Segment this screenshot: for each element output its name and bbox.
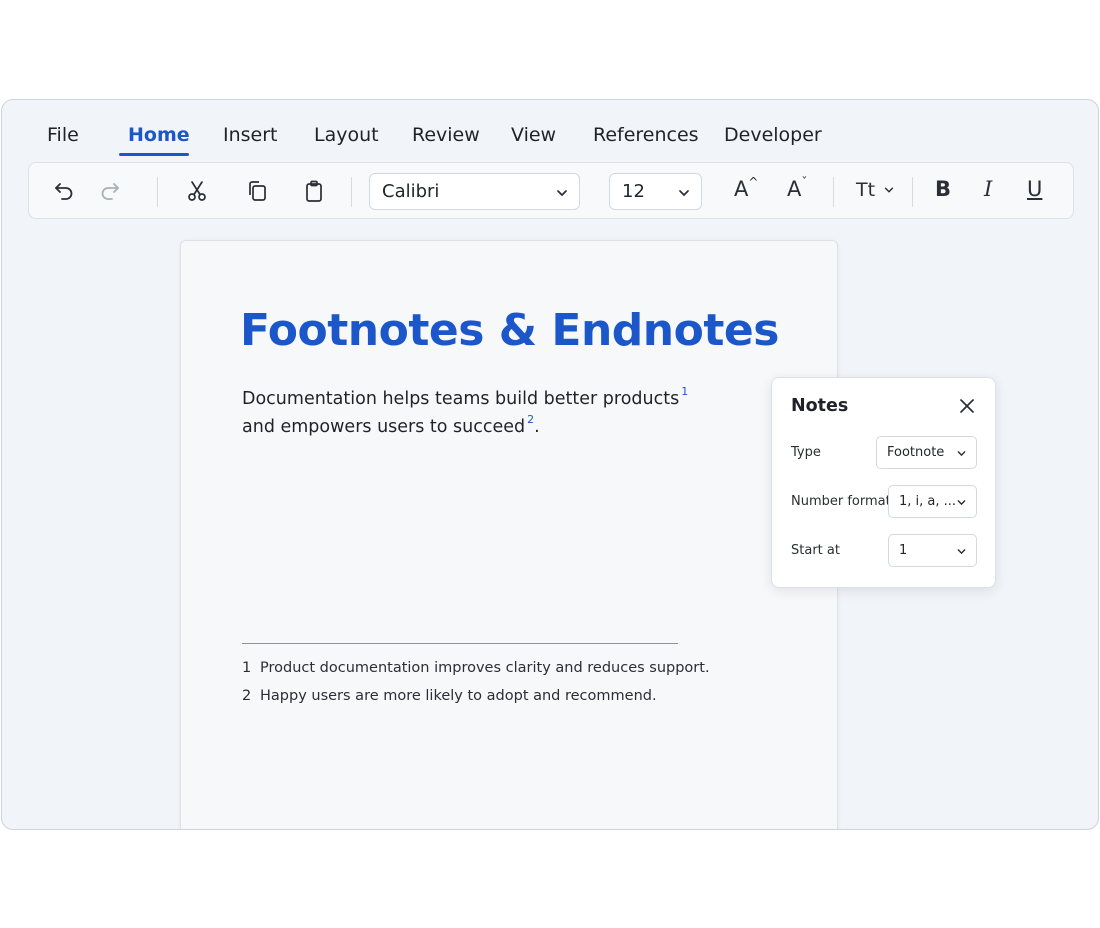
number-format-select[interactable]: 1, i, a, ...: [888, 485, 977, 518]
chevron-down-icon: [957, 549, 966, 555]
body-text: Documentation helps teams build better p…: [242, 388, 680, 409]
font-size-value: 12: [622, 181, 645, 202]
bold-button[interactable]: B: [935, 177, 951, 201]
shrink-font-glyph: A: [787, 177, 802, 201]
toolbar-separator: [833, 177, 834, 207]
tab-home[interactable]: Home: [128, 124, 190, 156]
tab-file[interactable]: File: [47, 124, 79, 156]
footnote-text: Product documentation improves clarity a…: [260, 660, 710, 676]
underline-button[interactable]: U: [1027, 177, 1042, 201]
type-value: Footnote: [887, 445, 945, 460]
active-tab-indicator: [119, 153, 189, 156]
type-select[interactable]: Footnote: [876, 436, 977, 469]
chevron-down-icon: [557, 190, 567, 197]
cut-button[interactable]: [180, 174, 214, 208]
shrink-font-button[interactable]: Aˇ: [787, 175, 808, 201]
undo-button[interactable]: [47, 174, 81, 208]
copy-icon: [249, 181, 266, 201]
redo-button[interactable]: [93, 174, 127, 208]
footnote-text: Happy users are more likely to adopt and…: [260, 688, 657, 704]
chevron-down-icon: [957, 451, 966, 457]
grow-font-button[interactable]: A^: [734, 175, 759, 201]
tab-view[interactable]: View: [511, 124, 556, 156]
start-at-select[interactable]: 1: [888, 534, 977, 567]
redo-icon: [101, 183, 119, 200]
grow-font-mark: ^: [748, 175, 759, 189]
footnote-item: 1 Product documentation improves clarity …: [242, 660, 710, 676]
start-at-label: Start at: [791, 543, 840, 558]
copy-button[interactable]: [240, 174, 274, 208]
toolbar-separator: [351, 177, 352, 207]
cut-icon: [188, 181, 206, 201]
footnote-ref-1[interactable]: 1: [681, 385, 688, 398]
footnote-ref-2[interactable]: 2: [527, 413, 534, 426]
chevron-down-icon: [884, 187, 894, 193]
tab-references[interactable]: References: [593, 124, 699, 156]
footnote-number: 2: [242, 688, 252, 704]
paste-button[interactable]: [297, 174, 331, 208]
shrink-font-mark: ˇ: [801, 175, 808, 189]
font-size-select[interactable]: 12: [609, 173, 702, 210]
font-name-value: Calibri: [382, 181, 440, 202]
grow-font-glyph: A: [734, 177, 749, 201]
body-text-end: .: [534, 416, 540, 437]
document-title: Footnotes & Endnotes: [240, 305, 779, 356]
footnote-separator: [242, 643, 678, 644]
close-button[interactable]: [956, 395, 978, 417]
app-window: File Home Insert Layout Review View Refe…: [1, 99, 1099, 830]
notes-panel: Notes Type Footnote Number format 1, i, …: [771, 377, 996, 588]
notes-panel-title: Notes: [791, 396, 849, 416]
change-case-glyph: Tt: [856, 179, 876, 201]
undo-icon: [55, 183, 73, 200]
body-text: and empowers users to succeed: [242, 416, 526, 437]
number-format-label: Number format: [791, 494, 891, 509]
footnote-number: 1: [242, 660, 252, 676]
font-name-select[interactable]: Calibri: [369, 173, 580, 210]
document-page[interactable]: Footnotes & Endnotes Documentation helps…: [180, 240, 838, 829]
body-paragraph-line-1: Documentation helps teams build better p…: [242, 385, 688, 409]
tab-layout[interactable]: Layout: [314, 124, 379, 156]
tab-insert[interactable]: Insert: [223, 124, 278, 156]
number-format-value: 1, i, a, ...: [899, 494, 957, 509]
change-case-button[interactable]: Tt: [856, 179, 895, 201]
toolbar-separator: [912, 177, 913, 207]
footnote-item: 2 Happy users are more likely to adopt an…: [242, 688, 657, 704]
ribbon-toolbar: Calibri 12 A^ Aˇ Tt B I U: [28, 162, 1074, 219]
body-paragraph-line-2: and empowers users to succeed 2.: [242, 413, 540, 437]
toolbar-separator: [157, 177, 158, 207]
chevron-down-icon: [679, 190, 689, 197]
paste-icon: [306, 180, 322, 202]
italic-button[interactable]: I: [984, 177, 992, 201]
tab-review[interactable]: Review: [412, 124, 480, 156]
type-label: Type: [791, 445, 821, 460]
start-at-value: 1: [899, 543, 908, 558]
chevron-down-icon: [957, 500, 966, 506]
tab-developer[interactable]: Developer: [724, 124, 822, 156]
close-icon: [960, 399, 974, 413]
